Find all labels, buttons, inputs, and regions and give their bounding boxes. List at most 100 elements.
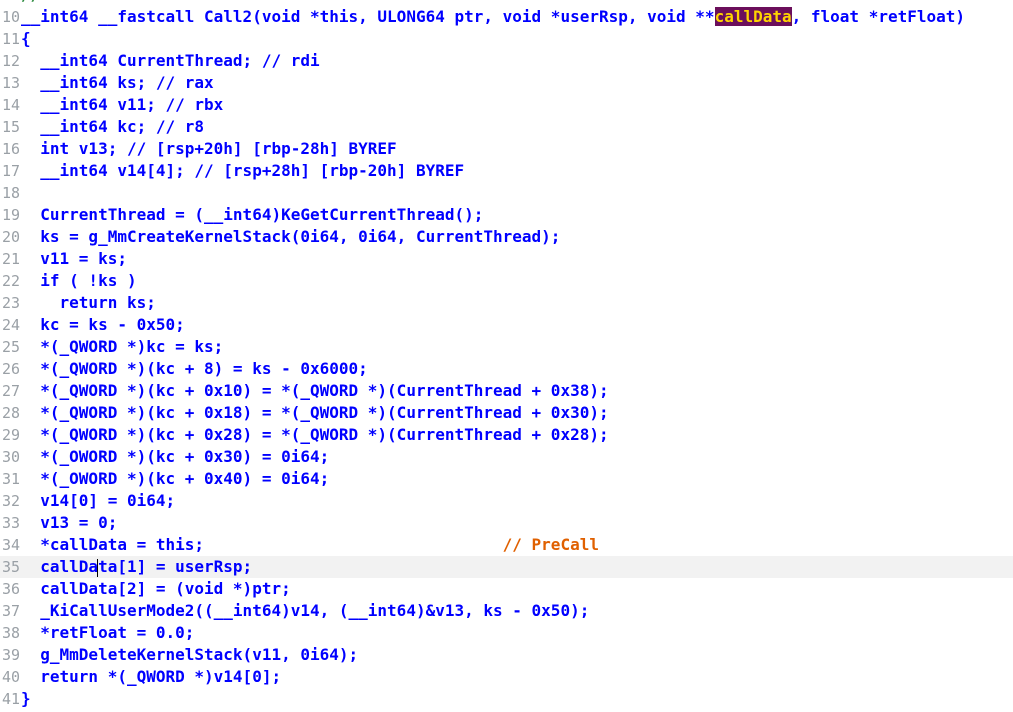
code-line[interactable]: 26 *(_QWORD *)(kc + 8) = ks - 0x6000;	[0, 358, 1013, 380]
code-line[interactable]: 41}	[0, 688, 1013, 710]
code-line[interactable]: 18	[0, 182, 1013, 204]
line-number: 25	[2, 338, 21, 356]
line-number: 26	[2, 360, 21, 378]
line-number: 12	[2, 52, 21, 70]
line-number: 11	[2, 30, 21, 48]
code-line[interactable]: 29 *(_QWORD *)(kc + 0x28) = *(_QWORD *)(…	[0, 424, 1013, 446]
code-text: v11 = ks;	[21, 249, 127, 268]
line-number: 16	[2, 140, 21, 158]
code-line[interactable]: 15 __int64 kc; // r8	[0, 116, 1013, 138]
code-text: kc = ks - 0x50;	[21, 315, 185, 334]
code-text: __int64 v11; // rbx	[21, 95, 224, 114]
code-text: *(_QWORD *)(kc + 0x10) = *(_QWORD *)(Cur…	[21, 381, 609, 400]
line-number: 31	[2, 470, 21, 488]
code-text: _KiCallUserMode2((__int64)v14, (__int64)…	[21, 601, 590, 620]
line-number: 20	[2, 228, 21, 246]
code-line[interactable]: 12 __int64 CurrentThread; // rdi	[0, 50, 1013, 72]
code-text: __int64 kc; // r8	[21, 117, 205, 136]
line-number: 37	[2, 602, 21, 620]
pseudocode-editor[interactable]: //10__int64 __fastcall Call2(void *this,…	[0, 0, 1013, 712]
code-line[interactable]: 14 __int64 v11; // rbx	[0, 94, 1013, 116]
line-number: 19	[2, 206, 21, 224]
code-line[interactable]: 16 int v13; // [rsp+20h] [rbp-28h] BYREF	[0, 138, 1013, 160]
code-view[interactable]: //10__int64 __fastcall Call2(void *this,…	[0, 0, 1013, 710]
code-line[interactable]: 28 *(_QWORD *)(kc + 0x18) = *(_QWORD *)(…	[0, 402, 1013, 424]
line-number: 14	[2, 96, 21, 114]
line-number: 23	[2, 294, 21, 312]
code-line[interactable]: 40 return *(_QWORD *)v14[0];	[0, 666, 1013, 688]
line-number: 28	[2, 404, 21, 422]
code-line[interactable]: 13 __int64 ks; // rax	[0, 72, 1013, 94]
line-number: 35	[2, 558, 21, 576]
code-line[interactable]: 30 *(_OWORD *)(kc + 0x30) = 0i64;	[0, 446, 1013, 468]
code-text: return ks;	[21, 293, 156, 312]
line-number: 17	[2, 162, 21, 180]
code-text: __int64 ks; // rax	[21, 73, 214, 92]
code-text: ks = g_MmCreateKernelStack(0i64, 0i64, C…	[21, 227, 561, 246]
code-text: *retFloat = 0.0;	[21, 623, 195, 642]
code-text: int v13; // [rsp+20h] [rbp-28h] BYREF	[21, 139, 397, 158]
line-number: 40	[2, 668, 21, 686]
code-line[interactable]: 20 ks = g_MmCreateKernelStack(0i64, 0i64…	[0, 226, 1013, 248]
code-line[interactable]: 27 *(_QWORD *)(kc + 0x10) = *(_QWORD *)(…	[0, 380, 1013, 402]
code-text: if ( !ks )	[21, 271, 137, 290]
code-text: *(_OWORD *)(kc + 0x40) = 0i64;	[21, 469, 330, 488]
code-line[interactable]: 25 *(_QWORD *)kc = ks;	[0, 336, 1013, 358]
line-number: 38	[2, 624, 21, 642]
line-number: 13	[2, 74, 21, 92]
code-text: *callData = this; // PreCall	[21, 535, 599, 554]
line-number: 41	[2, 690, 21, 708]
code-line[interactable]: 37 _KiCallUserMode2((__int64)v14, (__int…	[0, 600, 1013, 622]
code-line[interactable]: 11{	[0, 28, 1013, 50]
code-text: callData[1] = userRsp;	[21, 557, 253, 577]
line-number: 39	[2, 646, 21, 664]
code-text: __int64 CurrentThread; // rdi	[21, 51, 320, 70]
code-line[interactable]: 17 __int64 v14[4]; // [rsp+28h] [rbp-20h…	[0, 160, 1013, 182]
line-number: 22	[2, 272, 21, 290]
code-line[interactable]: 31 *(_OWORD *)(kc + 0x40) = 0i64;	[0, 468, 1013, 490]
code-text: *(_QWORD *)kc = ks;	[21, 337, 224, 356]
line-number: 29	[2, 426, 21, 444]
code-text: *(_QWORD *)(kc + 0x18) = *(_QWORD *)(Cur…	[21, 403, 609, 422]
line-number: 27	[2, 382, 21, 400]
code-line[interactable]: 39 g_MmDeleteKernelStack(v11, 0i64);	[0, 644, 1013, 666]
code-line[interactable]: 32 v14[0] = 0i64;	[0, 490, 1013, 512]
code-line[interactable]: 23 return ks;	[0, 292, 1013, 314]
code-text: }	[21, 689, 31, 708]
line-number: 30	[2, 448, 21, 466]
line-number: 21	[2, 250, 21, 268]
line-number: 15	[2, 118, 21, 136]
text-cursor	[97, 558, 99, 577]
code-text: v14[0] = 0i64;	[21, 491, 176, 510]
code-text: __int64 v14[4]; // [rsp+28h] [rbp-20h] B…	[21, 161, 465, 180]
code-line[interactable]: 10__int64 __fastcall Call2(void *this, U…	[0, 6, 1013, 28]
line-number: 24	[2, 316, 21, 334]
code-text: __int64 __fastcall Call2(void *this, ULO…	[21, 7, 966, 26]
code-line[interactable]: 22 if ( !ks )	[0, 270, 1013, 292]
code-line[interactable]: 34 *callData = this; // PreCall	[0, 534, 1013, 556]
code-line[interactable]: 35 callData[1] = userRsp;	[0, 556, 1013, 578]
code-text: callData[2] = (void *)ptr;	[21, 579, 291, 598]
code-line[interactable]: 38 *retFloat = 0.0;	[0, 622, 1013, 644]
code-comment: // PreCall	[502, 535, 599, 554]
code-text: *(_QWORD *)(kc + 0x28) = *(_QWORD *)(Cur…	[21, 425, 609, 444]
code-text: *(_QWORD *)(kc + 8) = ks - 0x6000;	[21, 359, 368, 378]
code-text: v13 = 0;	[21, 513, 118, 532]
code-text: {	[21, 29, 31, 48]
code-line[interactable]: 21 v11 = ks;	[0, 248, 1013, 270]
line-number: 18	[2, 184, 21, 202]
highlighted-identifier[interactable]: callData	[714, 7, 792, 26]
code-text: *(_OWORD *)(kc + 0x30) = 0i64;	[21, 447, 330, 466]
code-text: //	[21, 0, 40, 4]
code-line[interactable]: 33 v13 = 0;	[0, 512, 1013, 534]
code-text: CurrentThread = (__int64)KeGetCurrentThr…	[21, 205, 484, 224]
line-number: 34	[2, 536, 21, 554]
line-number: 36	[2, 580, 21, 598]
code-text: return *(_QWORD *)v14[0];	[21, 667, 282, 686]
line-number: 10	[2, 8, 21, 26]
code-text: g_MmDeleteKernelStack(v11, 0i64);	[21, 645, 359, 664]
code-line[interactable]: 36 callData[2] = (void *)ptr;	[0, 578, 1013, 600]
line-number: 33	[2, 514, 21, 532]
code-line[interactable]: 19 CurrentThread = (__int64)KeGetCurrent…	[0, 204, 1013, 226]
code-line[interactable]: 24 kc = ks - 0x50;	[0, 314, 1013, 336]
